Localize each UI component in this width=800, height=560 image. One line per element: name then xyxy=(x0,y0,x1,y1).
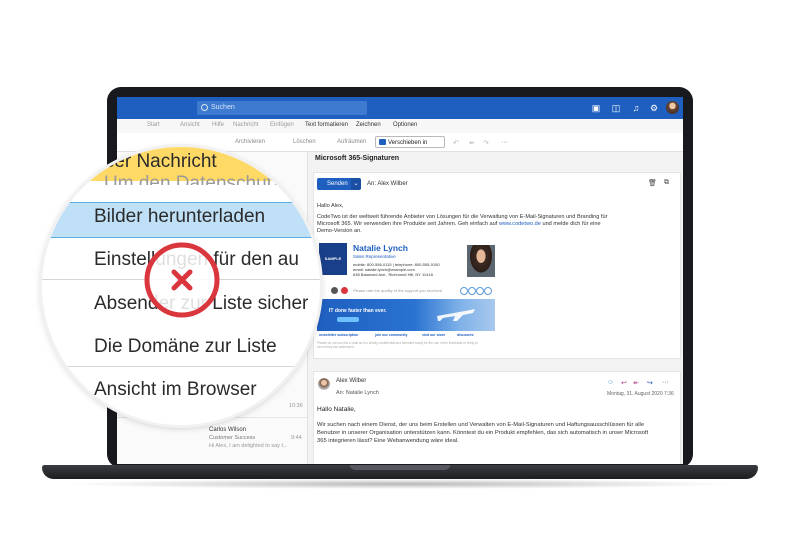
signature-name: Natalie Lynch xyxy=(353,243,408,253)
banner-link[interactable]: discounts xyxy=(457,333,474,337)
smiley-icon[interactable] xyxy=(468,287,476,295)
reply-all-icon[interactable]: ↞ xyxy=(469,139,475,147)
reply-all-icon[interactable]: ↞ xyxy=(633,379,639,387)
compose-body-line: Microsoft 365. Wir verwenden ihre Produk… xyxy=(317,221,601,228)
more-button[interactable]: ··· xyxy=(501,139,508,146)
menu-draw[interactable]: Zeichnen xyxy=(356,122,381,128)
social-icon[interactable] xyxy=(331,287,338,294)
calendar-icon[interactable]: ◫ xyxy=(611,103,621,113)
banner-button[interactable] xyxy=(337,317,359,322)
list-item-time: 9:44 xyxy=(291,435,302,441)
signature-role: Sales Representative xyxy=(353,254,396,259)
folder-icon xyxy=(379,139,386,145)
menu-message[interactable]: Nachricht xyxy=(233,122,258,128)
banner-title: IT done faster than ever. xyxy=(329,308,387,314)
jet-plane-icon xyxy=(437,309,475,321)
list-item-sender[interactable]: Carlos Wilson xyxy=(209,427,246,433)
list-item-preview: Hi Alex, I am delighted to say t... xyxy=(209,443,288,449)
rating-prompt: Please rate the quality of the support y… xyxy=(353,288,442,293)
sender-name[interactable]: Alex Wilber xyxy=(336,378,366,384)
trash-icon[interactable]: 🗑 xyxy=(648,179,657,187)
reply-body: Wir suchen nach einem Dienst, der uns be… xyxy=(317,422,649,444)
menu-insert[interactable]: Einfügen xyxy=(270,122,294,128)
download-images-item[interactable]: Bilder herunterladen xyxy=(94,206,320,228)
menu-help[interactable]: Hilfe xyxy=(212,122,224,128)
list-item-subject: Customer Success xyxy=(209,435,256,441)
menu-format-text[interactable]: Text formatieren xyxy=(305,122,348,128)
add-domain-item[interactable]: Die Domäne zur Liste xyxy=(94,336,320,358)
compose-body-text: und melde dich für eine xyxy=(542,221,601,227)
send-options-button[interactable]: ⌄ xyxy=(351,178,361,190)
bell-icon[interactable]: ♫ xyxy=(631,103,641,113)
laptop-notch xyxy=(350,465,450,470)
more-icon[interactable]: ··· xyxy=(662,379,669,386)
forward-icon[interactable]: ↷ xyxy=(483,139,489,147)
menu-start[interactable]: Start xyxy=(147,122,160,128)
smiley-icon[interactable] xyxy=(484,287,492,295)
message-date: Montag, 31. August 2020 7:36 xyxy=(607,391,674,397)
menu-item-label: Bilder herunterladen xyxy=(94,206,266,227)
undo-icon[interactable]: ↶ xyxy=(453,139,459,147)
list-item-time: 10:36 xyxy=(289,403,303,409)
compose-body-line: Demo-Version an. xyxy=(317,228,362,234)
avatar[interactable] xyxy=(666,101,679,114)
warning-text: ieser Nachricht xyxy=(90,151,217,172)
view-in-browser-item[interactable]: Ansicht im Browser xyxy=(94,379,320,401)
reply-greeting: Hallo Natalie, xyxy=(317,406,356,413)
smiley-icon[interactable] xyxy=(476,287,484,295)
menu-options[interactable]: Optionen xyxy=(393,122,417,128)
delete-button[interactable]: Löschen xyxy=(293,139,316,145)
search-input[interactable]: Suchen xyxy=(197,101,367,115)
blocked-x-icon xyxy=(144,242,220,318)
popout-icon[interactable]: ⧉ xyxy=(664,179,669,187)
smiley-icon[interactable] xyxy=(460,287,468,295)
signature-address: 638 Balanced Ave., Richmond Hill, NY 114… xyxy=(353,272,433,277)
banner-link[interactable]: visit our store xyxy=(422,333,445,337)
send-button[interactable]: Senden xyxy=(317,178,351,190)
banner-link[interactable]: newsletter subscription xyxy=(319,333,358,337)
signature-photo xyxy=(467,245,495,277)
cut-off-text: Um den Datenschutz xyxy=(104,173,282,185)
archive-button[interactable]: Archivieren xyxy=(235,139,265,145)
banner-link[interactable]: join our community xyxy=(375,333,407,337)
message-subject: Microsoft 365-Signaturen xyxy=(315,155,400,162)
sweep-button[interactable]: Aufräumen xyxy=(337,139,366,145)
recipient-name: An: Natalie Lynch xyxy=(336,390,379,396)
menu-view[interactable]: Ansicht xyxy=(180,122,200,128)
recipient-line[interactable]: An: Alex Wilber xyxy=(367,181,408,187)
company-logo: SAMPLE xyxy=(319,243,347,275)
gear-icon[interactable]: ⚙ xyxy=(649,103,659,113)
teams-icon[interactable]: ▣ xyxy=(591,103,601,113)
divider xyxy=(42,366,320,367)
compose-body-text: Microsoft 365. Wir verwenden ihre Produk… xyxy=(317,221,498,227)
social-icon[interactable] xyxy=(341,287,348,294)
laptop-shadow xyxy=(60,479,740,489)
search-icon xyxy=(201,104,208,111)
reply-icon[interactable]: ↩ xyxy=(621,379,627,387)
codetwo-link[interactable]: www.codetwo.de xyxy=(499,221,541,227)
compose-greeting: Hallo Alex, xyxy=(317,203,344,209)
compose-body-line: CodeTwo ist der weltweit führende Anbiet… xyxy=(317,214,608,220)
signature-disclaimer: Please do not use this e-mail as it is s… xyxy=(317,341,478,349)
forward-icon[interactable]: ↪ xyxy=(647,379,653,387)
smiley-icon[interactable]: ☺ xyxy=(607,379,614,386)
magnifier-lens: ieser Nachricht Um den Datenschutz Bilde… xyxy=(42,147,320,425)
